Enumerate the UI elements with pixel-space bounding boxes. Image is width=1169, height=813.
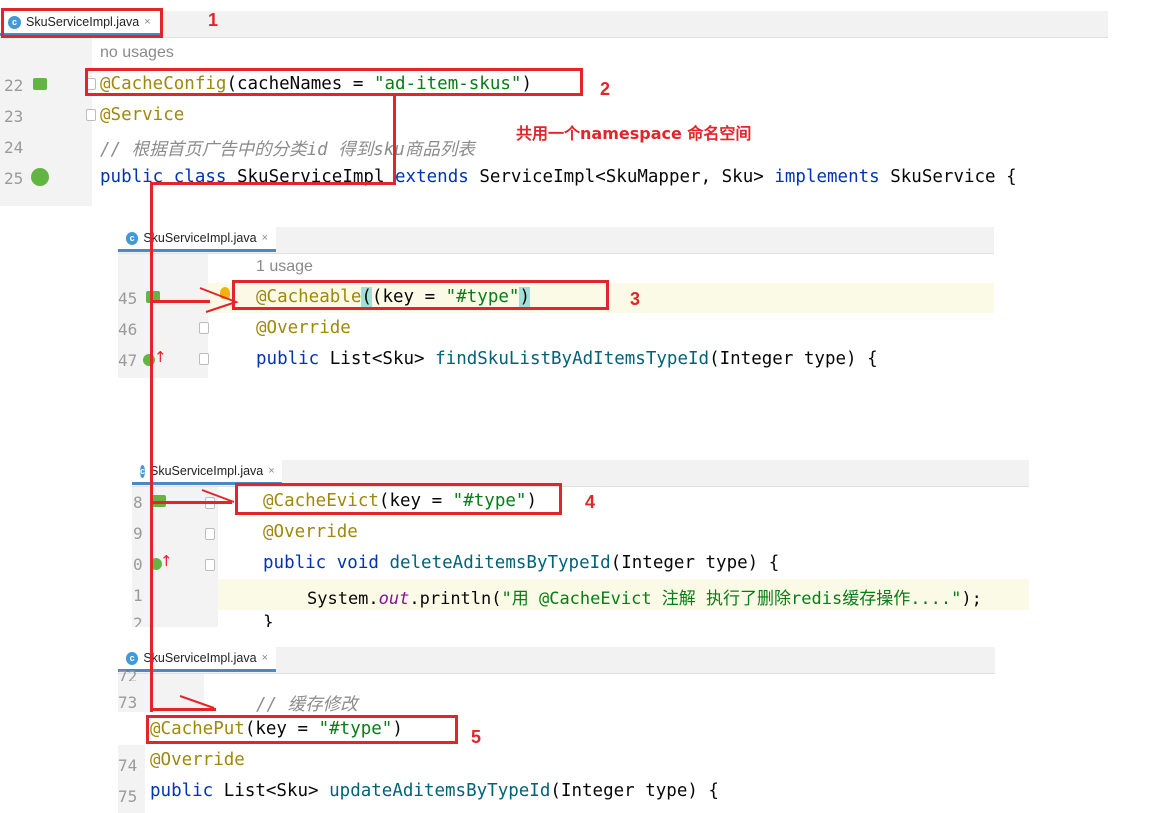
code-line: public List<Sku> updateAditemsByTypeId(I…: [150, 781, 719, 801]
override-arrow-icon[interactable]: ↑: [160, 552, 173, 570]
line-number: 22: [4, 76, 24, 95]
close-icon[interactable]: ×: [262, 652, 268, 664]
code-line: @Override: [256, 318, 351, 338]
editor-tab-2[interactable]: c SkuServiceImpl.java ×: [118, 227, 276, 252]
annotation-number-5: 5: [471, 727, 482, 747]
tab-label: SkuServiceImpl.java: [143, 651, 257, 665]
line-number: 73: [118, 693, 138, 712]
line-number: 8: [133, 493, 143, 512]
connector-line: [393, 96, 396, 184]
c-class-icon: c: [140, 464, 146, 478]
annotation-box-5: [146, 715, 458, 744]
c-class-icon: c: [126, 651, 139, 665]
annotation-number-4: 4: [585, 492, 596, 512]
fold-icon[interactable]: [205, 528, 215, 540]
line-number: 46: [118, 320, 138, 339]
tab-label: SkuServiceImpl.java: [150, 464, 264, 478]
code-line: public void deleteAditemsByTypeId(Intege…: [263, 553, 780, 573]
line-number: 75: [118, 787, 138, 806]
code-comment: // 根据首页广告中的分类id 得到sku商品列表: [100, 140, 475, 160]
fold-icon[interactable]: [199, 322, 209, 334]
annotation-number-3: 3: [630, 289, 641, 309]
code-comment: // 缓存修改: [256, 695, 358, 715]
line-number: 24: [4, 138, 24, 157]
fold-icon[interactable]: [205, 559, 215, 571]
usages-hint[interactable]: no usages: [100, 44, 174, 62]
code-line: System.out.println("用 @CacheEvict 注解 执行了…: [307, 589, 982, 609]
namespace-note: 共用一个namespace 命名空间: [516, 124, 752, 143]
line-number: 9: [133, 524, 143, 543]
usages-hint[interactable]: 1 usage: [256, 258, 313, 276]
annotation-box-2: [85, 68, 583, 96]
annotation-number-2: 2: [600, 79, 611, 99]
spring-leaf-icon[interactable]: [31, 168, 49, 186]
editor-tab-bar-1: [0, 11, 1108, 38]
line-number: 25: [4, 169, 24, 188]
code-line: @Override: [150, 750, 245, 770]
code-line: @Override: [263, 522, 358, 542]
connector-line: [150, 182, 153, 712]
annotation-number-1: 1: [208, 10, 219, 30]
annotation-box-1: [1, 8, 163, 38]
line-number: 47: [118, 351, 138, 370]
close-icon[interactable]: ×: [262, 232, 268, 244]
annotation-box-4: [235, 483, 562, 515]
line-number: 0: [133, 555, 143, 574]
fold-icon[interactable]: [199, 353, 209, 365]
arrow-head: [199, 287, 239, 313]
code-line: public List<Sku> findSkuListByAdItemsTyp…: [256, 349, 878, 369]
line-number: 23: [4, 107, 24, 126]
line-number: 45: [118, 289, 138, 308]
code-line: }: [263, 613, 274, 627]
tab-label: SkuServiceImpl.java: [143, 231, 257, 245]
editor-tab-3[interactable]: c SkuServiceImpl.java ×: [132, 460, 282, 485]
code-line: @Service: [100, 105, 185, 125]
close-icon[interactable]: ×: [268, 465, 274, 477]
c-class-icon: c: [126, 231, 139, 245]
line-number: 72: [118, 667, 138, 681]
arrow-head: [179, 695, 215, 709]
spring-bean-icon[interactable]: [33, 78, 47, 90]
override-arrow-icon[interactable]: ↑: [154, 348, 167, 366]
arrow-head: [201, 489, 235, 503]
line-number: 2: [133, 614, 143, 627]
editor-tab-4[interactable]: c SkuServiceImpl.java ×: [118, 647, 276, 672]
line-number: 74: [118, 756, 138, 775]
annotation-box-3: [232, 280, 609, 310]
connector-line: [150, 182, 396, 185]
line-number: 1: [133, 586, 143, 605]
fold-icon[interactable]: [86, 109, 96, 121]
